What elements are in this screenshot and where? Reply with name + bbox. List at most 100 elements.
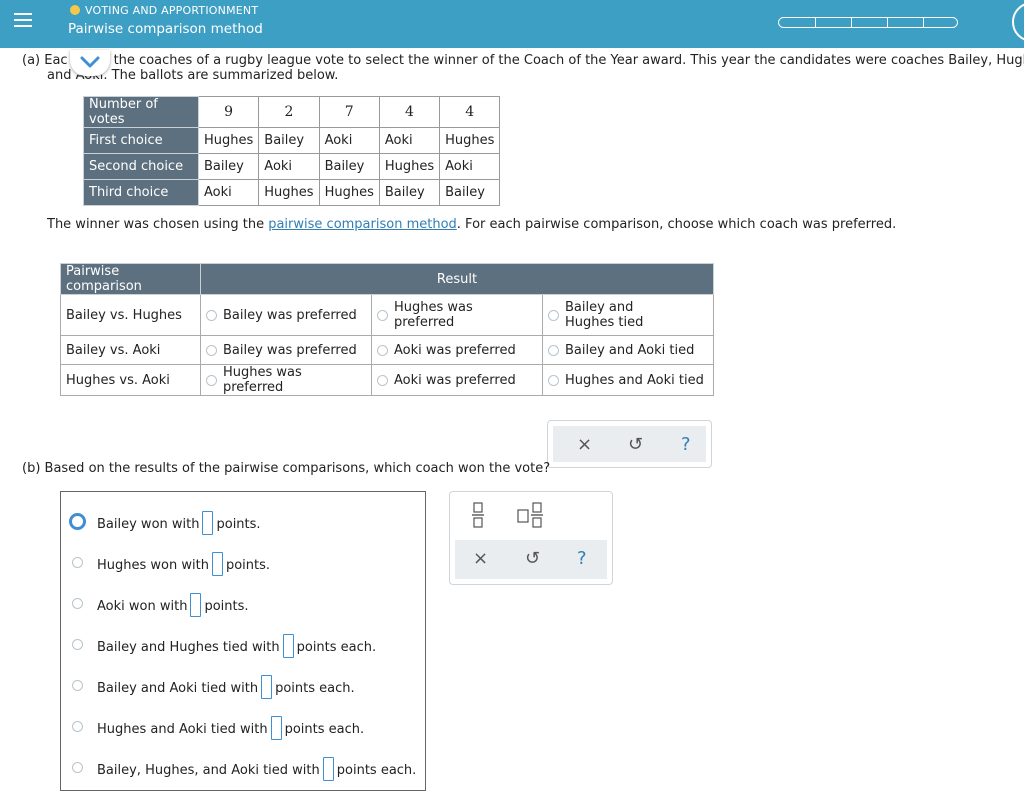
radio-button[interactable] bbox=[548, 344, 559, 356]
ballot-table: Number of votes 9 2 7 4 4 First choice H… bbox=[83, 96, 501, 206]
option-label: Bailey and Hughes tied with bbox=[97, 640, 280, 655]
help-button[interactable]: ? bbox=[681, 434, 691, 455]
radio-button[interactable] bbox=[72, 598, 83, 609]
instruction-text: The winner was chosen using the pairwise… bbox=[47, 217, 897, 232]
option-label: Hughes was preferred bbox=[223, 365, 302, 395]
option-label: Hughes was preferred bbox=[394, 300, 473, 330]
collapse-toggle[interactable] bbox=[70, 50, 110, 76]
radio-button[interactable] bbox=[206, 374, 217, 386]
option-cell[interactable]: Aoki was preferred bbox=[371, 335, 543, 365]
table-cell: Bailey bbox=[258, 127, 320, 154]
option-label: points. bbox=[225, 558, 271, 573]
answer-input[interactable] bbox=[322, 757, 334, 781]
answer-toolbar-b: × ↺ ? bbox=[449, 491, 613, 585]
answer-option[interactable]: Hughes won with points. bbox=[61, 550, 421, 576]
pairwise-method-link[interactable]: pairwise comparison method bbox=[268, 217, 457, 232]
progress-bar bbox=[778, 17, 958, 28]
clear-button[interactable]: × bbox=[577, 434, 592, 455]
radio-button[interactable] bbox=[72, 557, 83, 568]
radio-button[interactable] bbox=[377, 374, 388, 386]
row-header: First choice bbox=[83, 127, 199, 154]
answer-option[interactable]: Bailey, Hughes, and Aoki tied with points… bbox=[61, 755, 421, 781]
menu-button[interactable] bbox=[0, 0, 46, 42]
option-label: points each. bbox=[275, 681, 355, 696]
clear-button[interactable]: × bbox=[473, 548, 488, 569]
table-cell: Hughes bbox=[318, 179, 380, 206]
answer-option[interactable]: Bailey and Aoki tied with points each. bbox=[61, 673, 421, 699]
table-cell: Aoki bbox=[318, 127, 380, 154]
table-cell: Bailey bbox=[318, 153, 380, 180]
answer-option[interactable]: Aoki won with points. bbox=[61, 591, 421, 617]
radio-button[interactable] bbox=[72, 639, 83, 650]
mixed-number-icon[interactable] bbox=[517, 502, 543, 528]
answer-option[interactable]: Bailey and Hughes tied with points each. bbox=[61, 632, 421, 658]
option-cell[interactable]: Hughes and Aoki tied bbox=[542, 364, 714, 396]
table-cell: Hughes bbox=[197, 127, 260, 154]
answer-input[interactable] bbox=[261, 675, 273, 699]
menu-icon bbox=[14, 13, 32, 15]
radio-button[interactable] bbox=[206, 344, 217, 356]
page-title: Pairwise comparison method bbox=[68, 21, 263, 37]
option-cell[interactable]: Hughes was preferred bbox=[371, 294, 543, 336]
radio-button[interactable] bbox=[72, 680, 83, 691]
row-header: Third choice bbox=[83, 179, 199, 206]
option-cell[interactable]: Bailey was preferred bbox=[200, 294, 372, 336]
radio-button-selected[interactable] bbox=[69, 513, 86, 530]
option-label: Bailey and Aoki tied bbox=[565, 342, 695, 358]
undo-button[interactable]: ↺ bbox=[525, 548, 540, 569]
option-label: Bailey was preferred bbox=[223, 307, 357, 323]
part-b-question: (b) Based on the results of the pairwise… bbox=[22, 461, 551, 476]
radio-button[interactable] bbox=[72, 721, 83, 732]
account-button[interactable] bbox=[1012, 2, 1024, 42]
undo-button[interactable]: ↺ bbox=[628, 434, 643, 455]
radio-button[interactable] bbox=[206, 309, 217, 321]
toolbar-buttons: × ↺ ? bbox=[553, 426, 706, 462]
radio-button[interactable] bbox=[377, 309, 388, 321]
answer-input[interactable] bbox=[282, 634, 294, 658]
option-label: Hughes and Aoki tied bbox=[565, 372, 704, 388]
menu-icon-line bbox=[14, 19, 32, 21]
fraction-icon[interactable] bbox=[472, 502, 484, 528]
help-button[interactable]: ? bbox=[577, 548, 587, 569]
row-header: Number of votes bbox=[83, 96, 199, 128]
chevron-down-icon bbox=[80, 56, 100, 68]
vote-count: 4 bbox=[439, 96, 501, 128]
radio-button[interactable] bbox=[377, 344, 388, 356]
comparison-label: Hughes vs. Aoki bbox=[60, 364, 201, 396]
answer-option[interactable]: Bailey won with points. bbox=[61, 509, 421, 535]
table-cell: Hughes bbox=[439, 127, 501, 154]
option-cell[interactable]: Bailey and Hughes tied bbox=[542, 294, 714, 336]
answer-input[interactable] bbox=[211, 552, 223, 576]
vote-count: 2 bbox=[258, 96, 320, 128]
vote-count: 4 bbox=[378, 96, 441, 128]
answer-options: Bailey won with points. Hughes won with po… bbox=[60, 491, 426, 791]
option-cell[interactable]: Hughes was preferred bbox=[200, 364, 372, 396]
vote-count: 9 bbox=[197, 96, 260, 128]
option-label: Aoki won with bbox=[97, 599, 188, 614]
answer-input[interactable] bbox=[270, 716, 282, 740]
menu-icon-line bbox=[14, 25, 32, 27]
option-cell[interactable]: Bailey was preferred bbox=[200, 335, 372, 365]
option-label: points each. bbox=[296, 640, 377, 655]
option-label: points each. bbox=[284, 722, 365, 737]
radio-button[interactable] bbox=[72, 762, 83, 773]
option-label: Bailey was preferred bbox=[223, 342, 357, 358]
radio-button[interactable] bbox=[548, 309, 559, 321]
option-cell[interactable]: Aoki was preferred bbox=[371, 364, 543, 396]
answer-input[interactable] bbox=[202, 511, 214, 535]
pairwise-table: Pairwise comparison Result Bailey vs. Hu… bbox=[60, 263, 714, 396]
option-cell[interactable]: Bailey and Aoki tied bbox=[542, 335, 714, 365]
answer-toolbar-a: × ↺ ? bbox=[547, 420, 712, 468]
column-header: Result bbox=[200, 263, 714, 295]
table-cell: Bailey bbox=[439, 179, 501, 206]
answer-input[interactable] bbox=[190, 593, 202, 617]
table-cell: Aoki bbox=[378, 127, 441, 154]
option-label: Bailey, Hughes, and Aoki tied with bbox=[97, 763, 320, 778]
option-label: points. bbox=[216, 517, 261, 532]
table-cell: Aoki bbox=[439, 153, 501, 180]
toolbar-buttons: × ↺ ? bbox=[455, 540, 607, 579]
answer-option[interactable]: Hughes and Aoki tied with points each. bbox=[61, 714, 421, 740]
radio-button[interactable] bbox=[548, 374, 559, 386]
topic-text: VOTING AND APPORTIONMENT bbox=[85, 4, 259, 17]
part-a-line1: (a) Eac the coaches of a rugby league vot… bbox=[22, 53, 1024, 68]
